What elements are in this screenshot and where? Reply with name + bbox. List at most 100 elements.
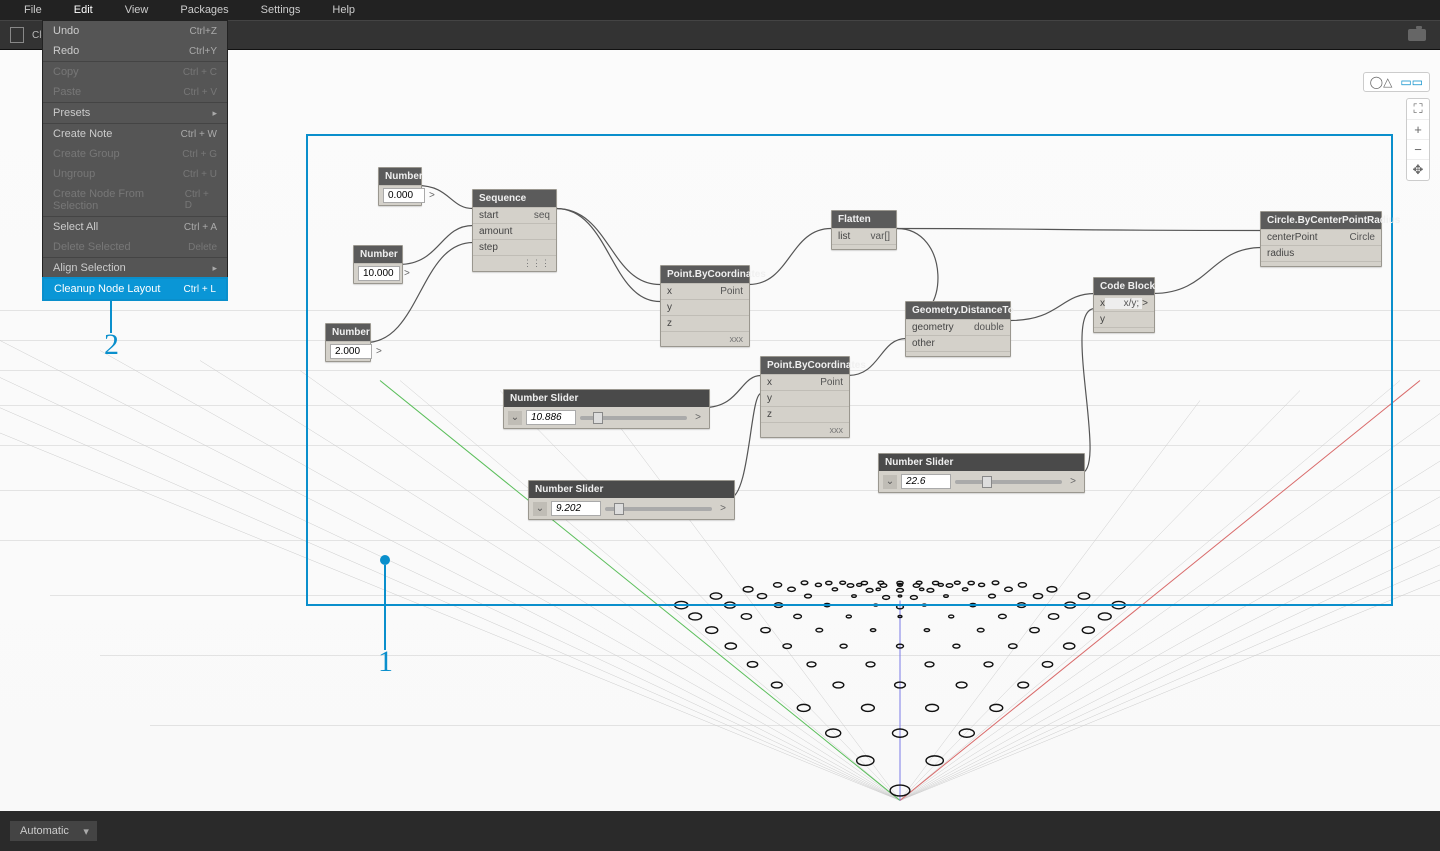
- menu-item-redo[interactable]: RedoCtrl+Y: [43, 41, 227, 61]
- slider-value[interactable]: 9.202: [551, 501, 601, 516]
- node-title: Number: [326, 324, 370, 341]
- node-footer: [832, 244, 896, 249]
- camera-icon[interactable]: [1408, 29, 1426, 41]
- input-port[interactable]: y: [667, 302, 672, 313]
- zoom-out-button[interactable]: −: [1407, 140, 1429, 160]
- menu-item-cleanup-node-layout[interactable]: Cleanup Node LayoutCtrl + L: [42, 277, 228, 301]
- menu-packages[interactable]: Packages: [164, 4, 244, 16]
- node-code-block[interactable]: Code Block xx/y;> y: [1093, 277, 1155, 333]
- menu-edit[interactable]: Edit: [58, 4, 109, 16]
- slider-knob[interactable]: [982, 476, 992, 488]
- number-input[interactable]: [358, 266, 400, 281]
- output-port[interactable]: Point: [672, 286, 743, 297]
- input-port[interactable]: other: [912, 338, 935, 349]
- input-port[interactable]: amount: [479, 226, 512, 237]
- node-title: Number Slider: [504, 390, 709, 407]
- menu-item-delete-selected: Delete SelectedDelete: [43, 237, 227, 257]
- menu-item-ungroup: UngroupCtrl + U: [43, 164, 227, 184]
- node-number-slider-2[interactable]: Number Slider ⌄ 9.202 >: [528, 480, 735, 520]
- menu-item-copy: CopyCtrl + C: [43, 61, 227, 82]
- node-footer: [906, 351, 1010, 356]
- view-3d-icon[interactable]: ◯△: [1368, 75, 1395, 89]
- view-graph-icon[interactable]: ▭▭: [1398, 75, 1425, 89]
- input-port[interactable]: centerPoint: [1267, 232, 1318, 243]
- output-port[interactable]: >: [716, 503, 730, 514]
- edit-dropdown: UndoCtrl+ZRedoCtrl+YCopyCtrl + CPasteCtr…: [42, 20, 228, 301]
- zoom-fit-button[interactable]: ⛶: [1407, 99, 1429, 120]
- input-port[interactable]: start: [479, 210, 498, 221]
- node-flatten[interactable]: Flatten listvar[]: [831, 210, 897, 250]
- input-port[interactable]: list: [838, 231, 850, 242]
- node-title: Point.ByCoordinates: [761, 357, 849, 374]
- menu-bar: File Edit View Packages Settings Help: [0, 0, 1440, 20]
- output-port[interactable]: >: [1066, 476, 1080, 487]
- menu-item-create-node-from-selection: Create Node From SelectionCtrl + D: [43, 184, 227, 216]
- expand-icon[interactable]: ⌄: [883, 475, 897, 489]
- input-port[interactable]: step: [479, 242, 498, 253]
- output-port[interactable]: var[]: [850, 231, 890, 242]
- output-port[interactable]: >: [425, 190, 439, 201]
- zoom-in-button[interactable]: +: [1407, 120, 1429, 140]
- menu-help[interactable]: Help: [316, 4, 371, 16]
- slider-track[interactable]: [580, 416, 687, 420]
- zoom-controls: ⛶ + − ✥: [1406, 98, 1430, 181]
- node-title: Flatten: [832, 211, 896, 228]
- node-sequence[interactable]: Sequence startseq amount step ⋮⋮⋮: [472, 189, 557, 272]
- output-port[interactable]: >: [691, 412, 705, 423]
- node-geometry-distanceto[interactable]: Geometry.DistanceTo geometrydouble other: [905, 301, 1011, 357]
- menu-item-align-selection[interactable]: Align Selection: [43, 257, 227, 278]
- code-expression[interactable]: x/y;: [1105, 298, 1142, 309]
- menu-settings[interactable]: Settings: [245, 4, 317, 16]
- run-mode-selector[interactable]: Automatic: [10, 821, 97, 841]
- number-input[interactable]: [330, 344, 372, 359]
- node-footer: xxx: [661, 331, 749, 346]
- slider-knob[interactable]: [593, 412, 603, 424]
- output-port[interactable]: Point: [772, 377, 843, 388]
- status-bar: Automatic: [0, 811, 1440, 851]
- menu-view[interactable]: View: [109, 4, 165, 16]
- node-circle-by-center-point-radius[interactable]: Circle.ByCenterPointRadius centerPointCi…: [1260, 211, 1382, 267]
- number-input[interactable]: [383, 188, 425, 203]
- menu-item-presets[interactable]: Presets: [43, 102, 227, 123]
- slider-track[interactable]: [955, 480, 1062, 484]
- node-number-2[interactable]: Number >: [325, 323, 371, 362]
- output-port[interactable]: >: [372, 346, 386, 357]
- output-port[interactable]: Circle: [1318, 232, 1375, 243]
- menu-item-create-note[interactable]: Create NoteCtrl + W: [43, 123, 227, 144]
- output-port[interactable]: seq: [498, 210, 550, 221]
- document-icon: [10, 27, 24, 43]
- menu-item-select-all[interactable]: Select AllCtrl + A: [43, 216, 227, 237]
- node-point-by-coordinates-2[interactable]: Point.ByCoordinates xPoint y z xxx: [760, 356, 850, 438]
- slider-knob[interactable]: [614, 503, 624, 515]
- expand-icon[interactable]: ⌄: [533, 502, 547, 516]
- menu-item-undo[interactable]: UndoCtrl+Z: [43, 21, 227, 41]
- expand-icon[interactable]: ⌄: [508, 411, 522, 425]
- callout-label-2: 2: [104, 328, 119, 362]
- callout-label-1: 1: [378, 645, 393, 679]
- node-footer: [1094, 327, 1154, 332]
- node-title: Point.ByCoordinates: [661, 266, 749, 283]
- input-port[interactable]: y: [767, 393, 772, 404]
- input-port[interactable]: y: [1100, 314, 1105, 325]
- menu-file[interactable]: File: [8, 4, 58, 16]
- slider-value[interactable]: 22.6: [901, 474, 951, 489]
- output-port[interactable]: >: [1142, 298, 1148, 309]
- node-number-10[interactable]: Number >: [353, 245, 403, 284]
- node-footer: ⋮⋮⋮: [473, 255, 556, 271]
- node-point-by-coordinates-1[interactable]: Point.ByCoordinates xPoint y z xxx: [660, 265, 750, 347]
- pan-button[interactable]: ✥: [1407, 160, 1429, 180]
- node-number-slider-3[interactable]: Number Slider ⌄ 22.6 >: [878, 453, 1085, 493]
- slider-value[interactable]: 10.886: [526, 410, 576, 425]
- slider-track[interactable]: [605, 507, 712, 511]
- input-port[interactable]: z: [767, 409, 772, 420]
- input-port[interactable]: geometry: [912, 322, 954, 333]
- output-port[interactable]: >: [400, 268, 414, 279]
- node-footer: xxx: [761, 422, 849, 437]
- node-title: Sequence: [473, 190, 556, 207]
- node-title: Geometry.DistanceTo: [906, 302, 1010, 319]
- node-number-slider-1[interactable]: Number Slider ⌄ 10.886 >: [503, 389, 710, 429]
- input-port[interactable]: z: [667, 318, 672, 329]
- input-port[interactable]: radius: [1267, 248, 1294, 259]
- node-number-0[interactable]: Number >: [378, 167, 422, 206]
- output-port[interactable]: double: [954, 322, 1004, 333]
